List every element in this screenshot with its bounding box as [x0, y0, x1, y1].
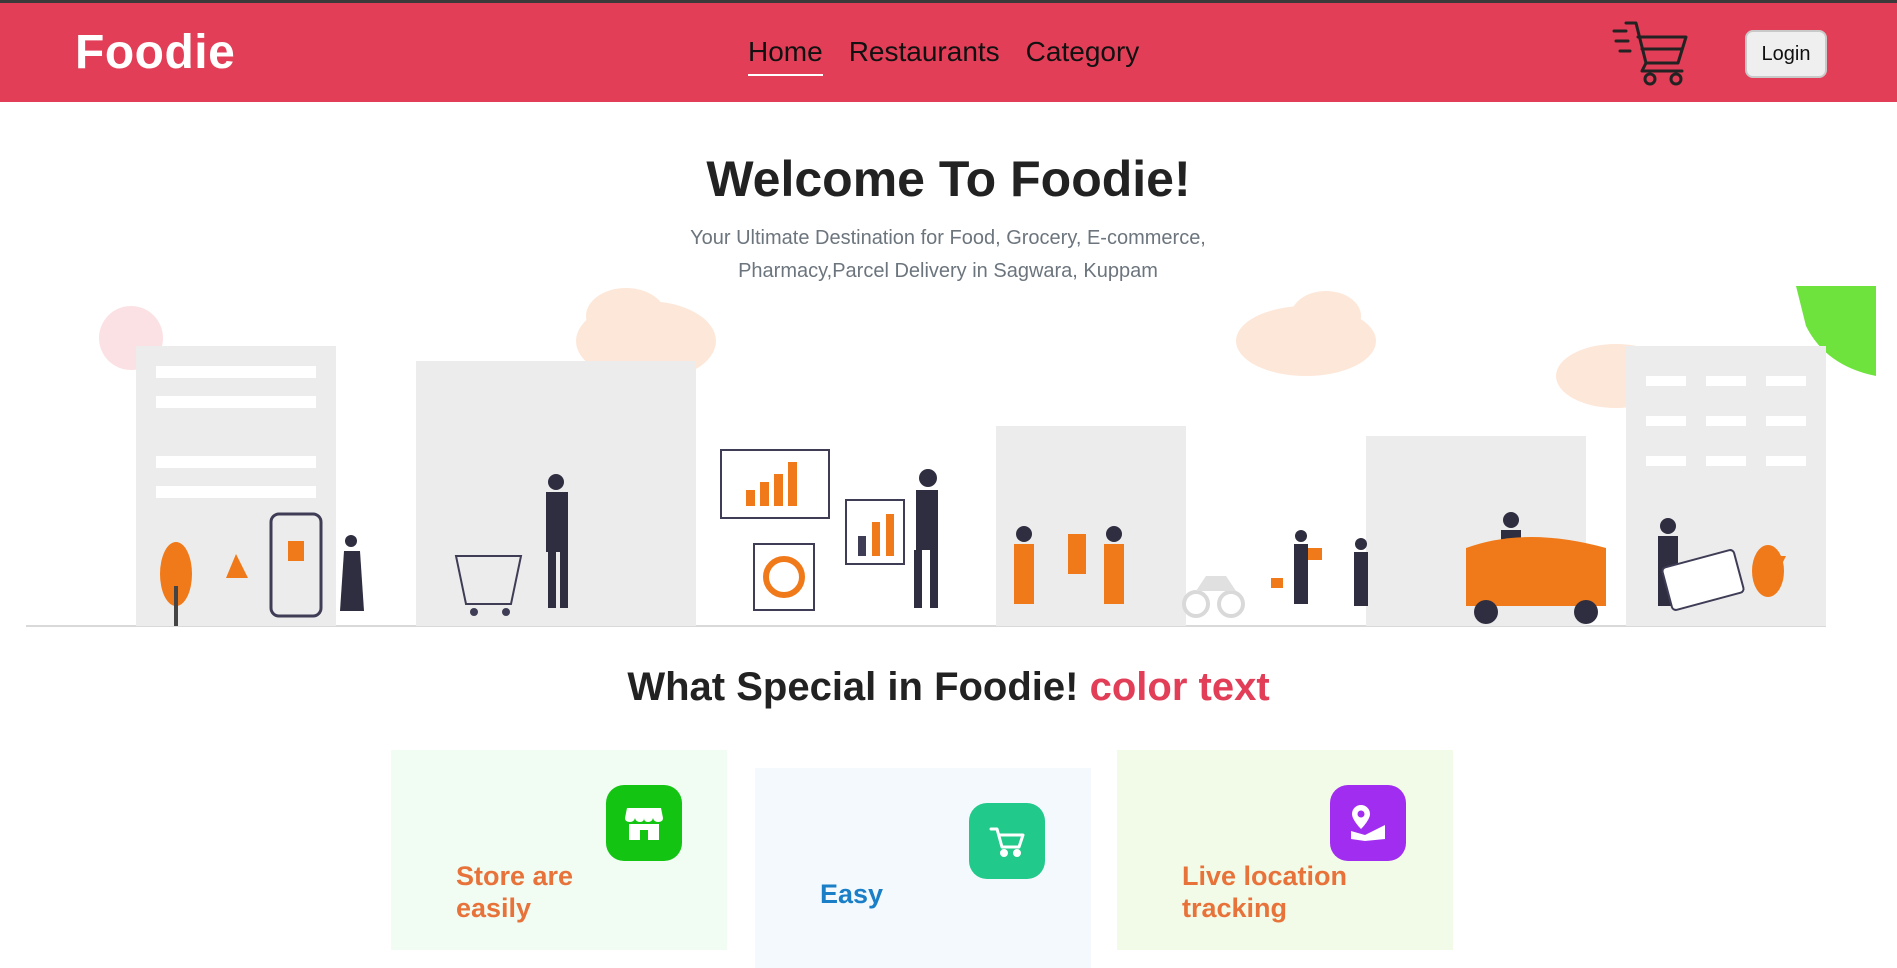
city-delivery-illustration: [26, 286, 1876, 627]
nav-links: Home Restaurants Category: [748, 36, 1139, 76]
feature-card-live-tracking[interactable]: Live location tracking: [1117, 750, 1453, 950]
feature-card-easy[interactable]: Easy: [755, 768, 1091, 968]
store-icon: [606, 785, 682, 861]
feature-title: Live location tracking: [1182, 861, 1348, 923]
shopping-cart-icon[interactable]: [1612, 19, 1690, 87]
nav-link-restaurants[interactable]: Restaurants: [849, 36, 1000, 76]
section-title-accent: color text: [1089, 665, 1270, 709]
navbar: Foodie Home Restaurants Category Login: [0, 3, 1897, 102]
section-title-main: What Special in Foodie!: [627, 665, 1079, 709]
feature-title: Store are easily: [456, 861, 574, 923]
map-location-icon: [1330, 785, 1406, 861]
hero-title: Welcome To Foodie!: [706, 151, 1191, 207]
feature-title: Easy: [820, 879, 884, 909]
login-button[interactable]: Login: [1745, 30, 1827, 78]
brand-logo[interactable]: Foodie: [75, 25, 235, 80]
nav-link-category[interactable]: Category: [1026, 36, 1140, 76]
feature-card-store[interactable]: Store are easily: [391, 750, 727, 950]
cart-icon: [969, 803, 1045, 879]
hero-subtitle: Your Ultimate Destination for Food, Groc…: [690, 227, 1206, 282]
nav-link-home[interactable]: Home: [748, 36, 823, 76]
section-title: What Special in Foodie! color text: [0, 665, 1897, 710]
